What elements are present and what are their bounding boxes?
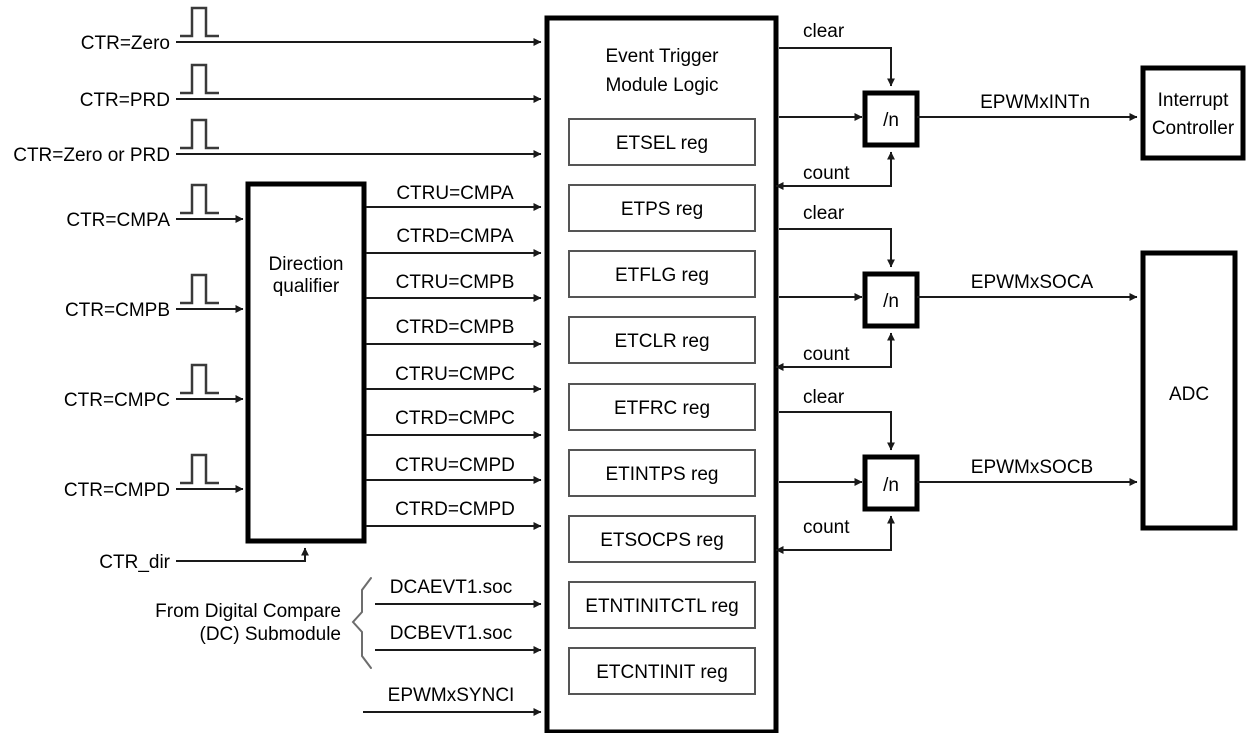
label-input-ctr-cmpc: CTR=CMPC	[64, 390, 170, 411]
block-diagram-canvas: CTR=Zero CTR=PRD CTR=Zero or PRD CTR=CMP…	[0, 0, 1247, 733]
label-ctru-cmpd: CTRU=CMPD	[395, 455, 515, 476]
label-input-ctr-zero-or-prd: CTR=Zero or PRD	[13, 145, 170, 166]
label-clear-3: clear	[803, 387, 845, 408]
wire-clear-3	[779, 411, 895, 451]
interrupt-controller-label-line2: Controller	[1152, 118, 1235, 139]
label-ctrd-cmpc: CTRD=CMPC	[395, 408, 515, 429]
interrupt-controller-label-line1: Interrupt	[1158, 90, 1229, 111]
divider-label-2: /n	[883, 291, 899, 312]
label-digital-compare-line2: (DC) Submodule	[200, 624, 342, 645]
event-trigger-title-line2: Module Logic	[605, 75, 718, 96]
label-epwmxsoca: EPWMxSOCA	[971, 272, 1094, 293]
label-clear-1: clear	[803, 21, 845, 42]
label-input-ctr-dir: CTR_dir	[99, 552, 170, 573]
interrupt-controller-box	[1140, 65, 1246, 161]
wire-ctr-dir	[176, 547, 309, 562]
wire-clear-1	[779, 47, 895, 87]
register-label-etclr: ETCLR reg	[614, 331, 709, 352]
event-trigger-title-line1: Event Trigger	[606, 46, 720, 67]
label-input-ctr-cmpa: CTR=CMPA	[66, 210, 170, 231]
register-label-etintps: ETINTPS reg	[606, 464, 719, 485]
pulse-waveform-ctr-prd	[180, 63, 219, 95]
label-epwmxsocb: EPWMxSOCB	[971, 457, 1093, 478]
label-input-ctr-zero: CTR=Zero	[81, 33, 170, 54]
direction-qualifier-title-line2: qualifier	[273, 276, 340, 297]
direction-qualifier-title-line1: Direction	[269, 254, 344, 275]
label-dcbevt1-soc: DCBEVT1.soc	[390, 623, 512, 644]
pulse-waveform-ctr-cmpa	[180, 183, 219, 215]
pulse-waveform-ctr-zero-or-prd	[180, 118, 219, 150]
divider-label-3: /n	[883, 475, 899, 496]
pulse-waveform-ctr-cmpb	[180, 273, 219, 305]
pulse-waveform-ctr-cmpc	[180, 363, 219, 395]
register-label-etcntinit: ETCNTINIT reg	[596, 662, 728, 683]
label-epwmxintn: EPWMxINTn	[980, 92, 1090, 113]
label-epwmx-synci: EPWMxSYNCI	[388, 685, 515, 706]
label-digital-compare-line1: From Digital Compare	[155, 601, 341, 622]
register-label-etps: ETPS reg	[621, 199, 703, 220]
register-label-etfrc: ETFRC reg	[614, 398, 710, 419]
register-label-etntinitctl: ETNTINITCTL reg	[585, 596, 738, 617]
label-dcaevt1-soc: DCAEVT1.soc	[390, 577, 512, 598]
label-ctrd-cmpb: CTRD=CMPB	[396, 317, 515, 338]
label-ctru-cmpc: CTRU=CMPC	[395, 364, 515, 385]
adc-label: ADC	[1169, 384, 1209, 405]
label-count-1: count	[803, 163, 850, 184]
pulse-waveform-ctr-zero	[180, 6, 219, 38]
label-input-ctr-prd: CTR=PRD	[80, 90, 170, 111]
label-ctrd-cmpa: CTRD=CMPA	[396, 226, 514, 247]
label-count-3: count	[803, 517, 850, 538]
direction-qualifier-box	[245, 181, 367, 544]
label-ctrd-cmpd: CTRD=CMPD	[395, 499, 515, 520]
label-count-2: count	[803, 344, 850, 365]
label-input-ctr-cmpb: CTR=CMPB	[65, 300, 170, 321]
label-clear-2: clear	[803, 203, 845, 224]
register-label-etflg: ETFLG reg	[615, 265, 709, 286]
label-ctru-cmpa: CTRU=CMPA	[396, 183, 514, 204]
pulse-waveform-ctr-cmpd	[180, 453, 219, 485]
label-input-ctr-cmpd: CTR=CMPD	[64, 480, 170, 501]
register-label-etsel: ETSEL reg	[616, 133, 708, 154]
label-ctru-cmpb: CTRU=CMPB	[396, 272, 515, 293]
digital-compare-brace	[351, 577, 372, 669]
wire-clear-2	[779, 228, 895, 268]
divider-label-1: /n	[883, 110, 899, 131]
register-label-etsocps: ETSOCPS reg	[600, 530, 724, 551]
diagram-svg: CTR=Zero CTR=PRD CTR=Zero or PRD CTR=CMP…	[13, 6, 1246, 733]
